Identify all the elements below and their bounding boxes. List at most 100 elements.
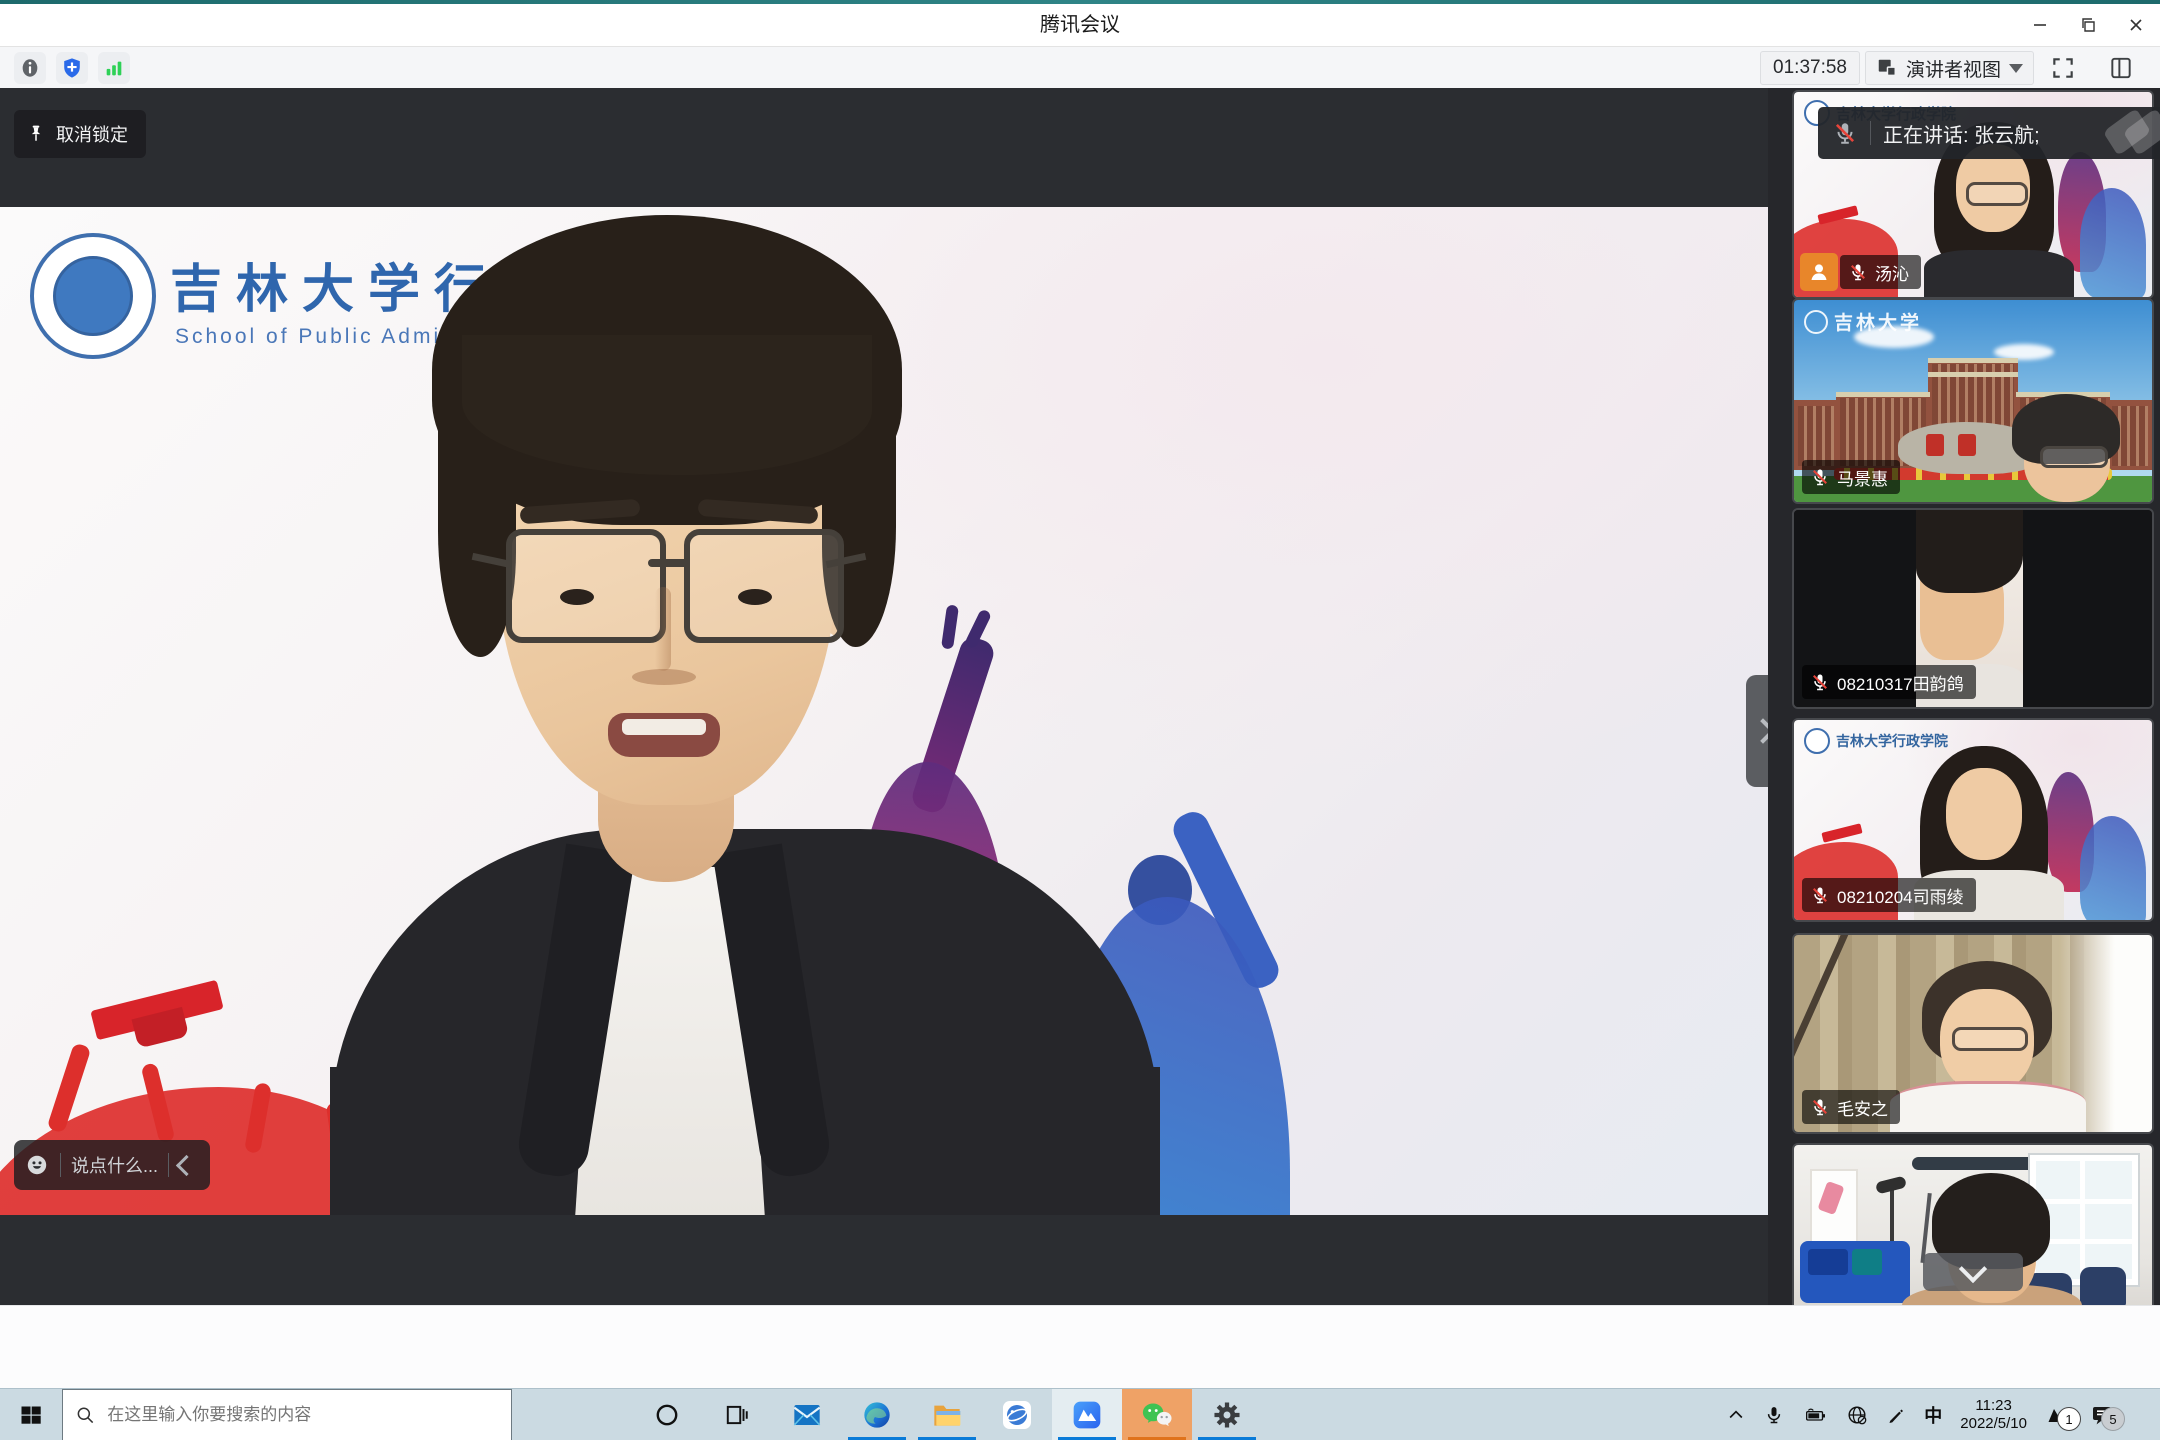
fullscreen-icon (2050, 55, 2076, 81)
air-conditioner-graphic (1912, 1157, 2042, 1170)
dancer-finger-graphic (941, 604, 959, 649)
school-emblem-logo (30, 233, 156, 359)
minimize-button[interactable] (2016, 4, 2064, 46)
mic-muted-icon (1810, 1097, 1830, 1117)
school-emblem-core (53, 256, 133, 336)
view-mode-selector[interactable]: 演讲者视图 (1865, 51, 2034, 85)
title-bar: 腾讯会议 (0, 4, 2160, 47)
battery-charging-icon (1802, 1405, 1828, 1425)
chair-graphic (2080, 1267, 2126, 1305)
participant-tile[interactable]: 吉林大学 马景惠 (1792, 298, 2154, 504)
glasses-lens (684, 529, 844, 643)
ime-language-button[interactable]: 中 (1924, 1402, 1942, 1428)
tray-clock[interactable]: 11:23 2022/5/10 (1960, 1397, 2027, 1433)
participant-name-pill: 08210317田韵鸽 (1802, 665, 1976, 699)
participant-hair (1916, 510, 2023, 593)
windows-logo-icon (19, 1403, 43, 1427)
security-button[interactable] (56, 52, 88, 84)
collapse-chat-icon[interactable] (176, 1154, 197, 1175)
meeting-toolbar: 01:37:58 演讲者视图 (0, 47, 2160, 89)
taskbar-search[interactable] (62, 1389, 512, 1440)
quick-chat-bar[interactable]: 说点什么... (14, 1140, 210, 1190)
emoji-icon[interactable] (24, 1152, 50, 1178)
emblem-icon (1804, 728, 1830, 754)
hidden-icons-button[interactable] (1726, 1405, 1746, 1425)
emblem-icon (1804, 310, 1828, 334)
participant-name: 毛安之 (1837, 1095, 1888, 1120)
blue-dancer-silhouette (2080, 816, 2146, 920)
settings-gear-icon (1211, 1399, 1243, 1431)
restore-icon (2080, 17, 2096, 33)
participants-sidebar: 吉林大学行政学院 汤沁 (1768, 88, 2160, 1305)
taskbar-app-wechat[interactable] (1122, 1389, 1192, 1440)
tray-microphone-icon[interactable] (1764, 1404, 1784, 1426)
participant-name: 08210204司雨绫 (1837, 883, 1964, 908)
caret-down-icon (2009, 64, 2023, 73)
task-view-icon (724, 1402, 750, 1428)
person-icon (1807, 260, 1831, 284)
participant-name: 汤沁 (1875, 260, 1909, 285)
network-status-button[interactable] (98, 52, 130, 84)
search-input[interactable] (105, 1404, 499, 1426)
network-globe-icon (1001, 1399, 1033, 1431)
participant-glasses (1966, 182, 2028, 206)
taskbar-app-edge[interactable] (842, 1389, 912, 1440)
participant-head (2006, 394, 2126, 502)
unpin-button[interactable]: 取消锁定 (14, 110, 146, 158)
watermark-text: 吉林大学 (1834, 308, 1922, 335)
divider (60, 1153, 61, 1177)
tray-pen-icon[interactable] (1886, 1405, 1906, 1425)
scroll-more-participants-button[interactable] (1923, 1253, 2023, 1291)
tray-meeting-app-icon[interactable]: 1 (2045, 1403, 2071, 1427)
divider (168, 1153, 169, 1177)
mic-muted-icon (1832, 120, 1858, 146)
window-title: 腾讯会议 (0, 4, 2160, 46)
wall-art-graphic (1810, 1169, 1858, 1251)
watermark-logo (2124, 115, 2160, 149)
taskbar-app-mail[interactable] (772, 1389, 842, 1440)
tray-messages-icon[interactable]: 5 (2089, 1403, 2115, 1427)
chat-input-placeholder[interactable]: 说点什么... (71, 1152, 158, 1178)
presenter-badge (1800, 253, 1838, 291)
speaker-view-icon (1876, 57, 1898, 79)
start-button[interactable] (0, 1389, 62, 1440)
participant-glasses (2040, 446, 2108, 468)
speaking-banner: 正在讲话: 张云航; (1818, 107, 2160, 159)
participant-tile[interactable]: 吉林大学行政学院 08210204司雨绫 (1792, 718, 2154, 922)
speaker-eye (738, 589, 772, 605)
participant-glasses (1952, 1027, 2028, 1051)
taskbar-app-settings[interactable] (1192, 1389, 1262, 1440)
taskbar-app-tencent-meeting[interactable] (1052, 1389, 1122, 1440)
task-view-button[interactable] (702, 1389, 772, 1440)
windows-taskbar: 中 11:23 2022/5/10 1 5 (0, 1388, 2160, 1440)
cortana-button[interactable] (632, 1389, 702, 1440)
tray-battery-icon[interactable] (1802, 1405, 1828, 1425)
participant-tile[interactable]: 毛安之 (1792, 933, 2154, 1134)
participant-name-pill: 毛安之 (1802, 1090, 1900, 1124)
sofa-graphic (1800, 1241, 1910, 1303)
main-speaker-video[interactable]: 吉林大学行政学院 School of Public Administra (0, 207, 1768, 1215)
watermark-school-name: 吉林大学 (1804, 308, 1922, 335)
restore-button[interactable] (2064, 4, 2112, 46)
participant-shirt (1890, 1081, 2086, 1132)
tencent-meeting-window: 腾讯会议 01:37:58 演讲者视图 (0, 0, 2160, 1440)
tray-network-icon[interactable] (1846, 1404, 1868, 1426)
participant-tile[interactable]: 08210317田韵鸽 (1792, 508, 2154, 709)
folder-icon (931, 1399, 963, 1431)
ime-label: 中 (1924, 1402, 1942, 1428)
taskbar-app-file-explorer[interactable] (912, 1389, 982, 1440)
wechat-icon (1140, 1399, 1174, 1431)
taskbar-app-network[interactable] (982, 1389, 1052, 1440)
cortana-icon (654, 1402, 680, 1428)
minimize-icon (2032, 17, 2048, 33)
control-toolbar: 解除静音 开启视频 共享屏幕 邀请 成员(74) (0, 1305, 2160, 1389)
mic-muted-icon (1848, 262, 1868, 282)
close-button[interactable] (2112, 4, 2160, 46)
side-panel-toggle-button[interactable] (2104, 51, 2138, 85)
participant-face (1946, 768, 2022, 860)
fullscreen-button[interactable] (2046, 51, 2080, 85)
mic-muted-icon (1810, 672, 1830, 692)
search-icon (75, 1404, 95, 1426)
tencent-meeting-icon (1071, 1399, 1103, 1431)
meeting-info-button[interactable] (14, 52, 46, 84)
